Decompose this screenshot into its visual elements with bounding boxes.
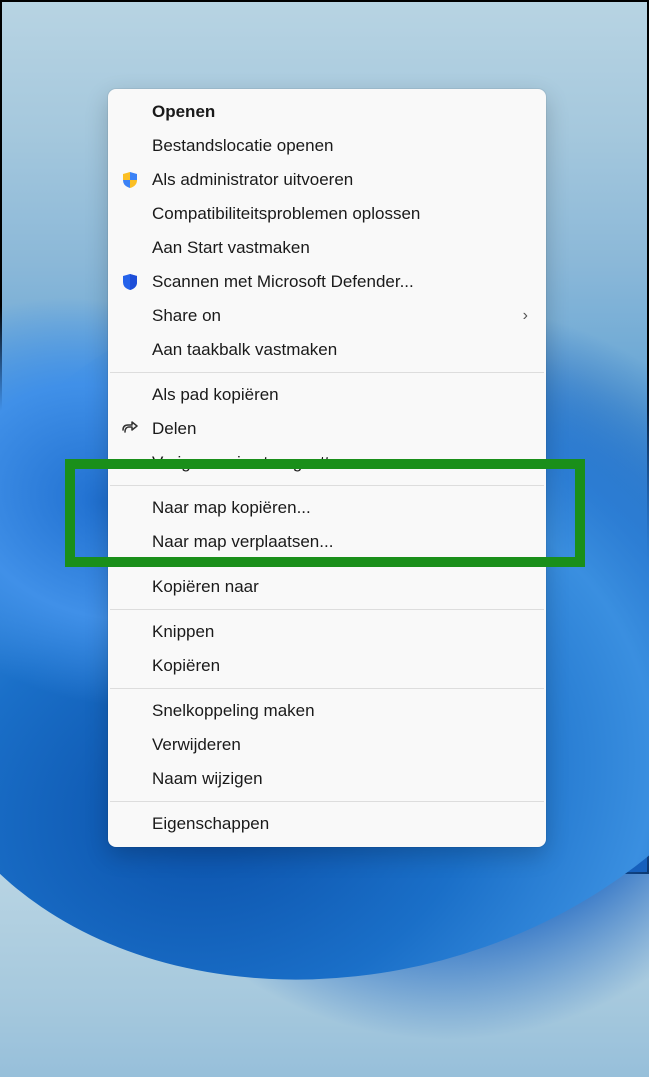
menu-item-label: Scannen met Microsoft Defender... bbox=[152, 272, 414, 292]
menu-item-label: Als administrator uitvoeren bbox=[152, 170, 353, 190]
menu-item-label: Aan taakbalk vastmaken bbox=[152, 340, 337, 360]
menu-item-scan-defender[interactable]: Scannen met Microsoft Defender... bbox=[108, 265, 546, 299]
menu-item-label: Vorige versies terugzetten bbox=[152, 453, 349, 473]
menu-item-copy-to[interactable]: Kopiëren naar bbox=[108, 570, 546, 604]
menu-item-rename[interactable]: Naam wijzigen bbox=[108, 762, 546, 796]
menu-item-copy[interactable]: Kopiëren bbox=[108, 649, 546, 683]
menu-item-label: Bestandslocatie openen bbox=[152, 136, 333, 156]
menu-item-run-as-admin[interactable]: Als administrator uitvoeren bbox=[108, 163, 546, 197]
menu-item-open-file-location[interactable]: Bestandslocatie openen bbox=[108, 129, 546, 163]
menu-item-label: Compatibiliteitsproblemen oplossen bbox=[152, 204, 420, 224]
menu-item-label: Naar map verplaatsen... bbox=[152, 532, 333, 552]
menu-separator bbox=[110, 485, 544, 486]
menu-item-pin-start[interactable]: Aan Start vastmaken bbox=[108, 231, 546, 265]
menu-item-label: Naar map kopiëren... bbox=[152, 498, 311, 518]
menu-item-label: Verwijderen bbox=[152, 735, 241, 755]
menu-item-copy-to-folder[interactable]: Naar map kopiëren... bbox=[108, 491, 546, 525]
menu-item-delete[interactable]: Verwijderen bbox=[108, 728, 546, 762]
menu-item-label: Eigenschappen bbox=[152, 814, 269, 834]
menu-separator bbox=[110, 372, 544, 373]
context-menu: Openen Bestandslocatie openen Als admini… bbox=[108, 89, 546, 847]
menu-item-move-to-folder[interactable]: Naar map verplaatsen... bbox=[108, 525, 546, 559]
menu-separator bbox=[110, 564, 544, 565]
share-icon bbox=[120, 419, 140, 439]
menu-item-label: Delen bbox=[152, 419, 196, 439]
menu-item-copy-as-path[interactable]: Als pad kopiëren bbox=[108, 378, 546, 412]
chevron-right-icon: › bbox=[523, 307, 528, 325]
menu-item-label: Kopiëren naar bbox=[152, 577, 259, 597]
menu-item-open[interactable]: Openen bbox=[108, 95, 546, 129]
menu-item-label: Knippen bbox=[152, 622, 214, 642]
menu-item-label: Snelkoppeling maken bbox=[152, 701, 315, 721]
menu-item-properties[interactable]: Eigenschappen bbox=[108, 807, 546, 841]
menu-item-restore-versions[interactable]: Vorige versies terugzetten bbox=[108, 446, 546, 480]
menu-separator bbox=[110, 609, 544, 610]
menu-item-share[interactable]: Delen bbox=[108, 412, 546, 446]
menu-item-troubleshoot-compat[interactable]: Compatibiliteitsproblemen oplossen bbox=[108, 197, 546, 231]
shield-defender-icon bbox=[120, 272, 140, 292]
menu-item-pin-taskbar[interactable]: Aan taakbalk vastmaken bbox=[108, 333, 546, 367]
menu-item-label: Kopiëren bbox=[152, 656, 220, 676]
menu-item-label: Naam wijzigen bbox=[152, 769, 263, 789]
menu-item-label: Als pad kopiëren bbox=[152, 385, 279, 405]
menu-item-label: Openen bbox=[152, 102, 215, 122]
menu-item-share-on[interactable]: Share on › bbox=[108, 299, 546, 333]
menu-item-label: Share on bbox=[152, 306, 221, 326]
menu-item-cut[interactable]: Knippen bbox=[108, 615, 546, 649]
shield-uac-icon bbox=[120, 170, 140, 190]
menu-separator bbox=[110, 801, 544, 802]
menu-separator bbox=[110, 688, 544, 689]
menu-item-label: Aan Start vastmaken bbox=[152, 238, 310, 258]
menu-item-create-shortcut[interactable]: Snelkoppeling maken bbox=[108, 694, 546, 728]
